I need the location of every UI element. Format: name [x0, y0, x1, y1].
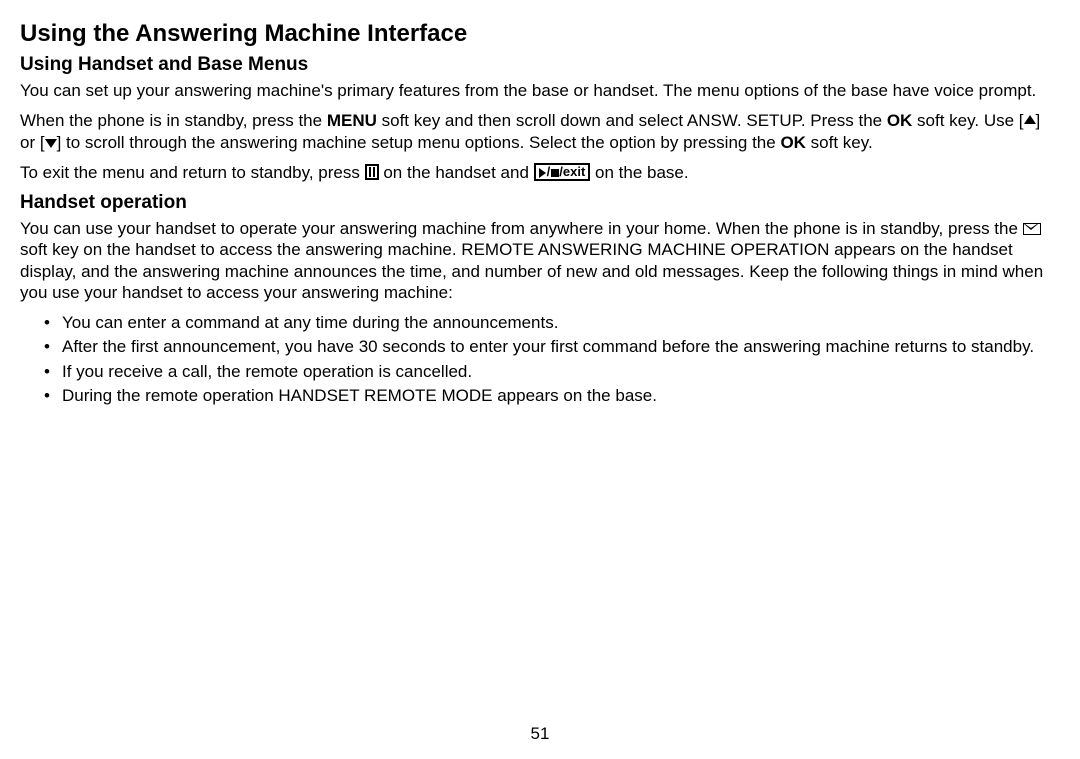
text: You can use your handset to operate your… — [20, 219, 1023, 238]
para-menus-navigation: When the phone is in standby, press the … — [20, 110, 1060, 153]
text: on the base. — [590, 163, 688, 182]
text: ] to scroll through the answering machin… — [57, 133, 781, 152]
handset-exit-icon — [365, 164, 379, 180]
ok-key-label: OK — [887, 111, 913, 130]
list-item: After the first announcement, you have 3… — [62, 336, 1060, 357]
base-exit-icon: //exit — [534, 163, 591, 181]
page-number: 51 — [0, 724, 1080, 744]
text: soft key on the handset to access the an… — [20, 240, 1043, 302]
up-arrow-icon — [1024, 115, 1036, 124]
text: When the phone is in standby, press the — [20, 111, 327, 130]
para-menus-intro: You can set up your answering machine's … — [20, 80, 1060, 101]
text: To exit the menu and return to standby, … — [20, 163, 365, 182]
para-menus-exit: To exit the menu and return to standby, … — [20, 162, 1060, 183]
list-item: You can enter a command at any time duri… — [62, 312, 1060, 333]
list-item: If you receive a call, the remote operat… — [62, 361, 1060, 382]
para-handset-intro: You can use your handset to operate your… — [20, 218, 1060, 303]
ok-key-label: OK — [780, 133, 806, 152]
list-item: During the remote operation HANDSET REMO… — [62, 385, 1060, 406]
text: on the handset and — [379, 163, 534, 182]
page-title: Using the Answering Machine Interface — [20, 20, 1060, 48]
menu-key-label: MENU — [327, 111, 377, 130]
down-arrow-icon — [45, 139, 57, 148]
text: soft key. Use [ — [912, 111, 1023, 130]
handset-bullet-list: You can enter a command at any time duri… — [20, 312, 1060, 406]
section-heading-menus: Using Handset and Base Menus — [20, 54, 1060, 76]
text: soft key. — [806, 133, 873, 152]
envelope-icon — [1023, 223, 1041, 235]
section-heading-handset: Handset operation — [20, 192, 1060, 214]
text: soft key and then scroll down and select… — [377, 111, 887, 130]
